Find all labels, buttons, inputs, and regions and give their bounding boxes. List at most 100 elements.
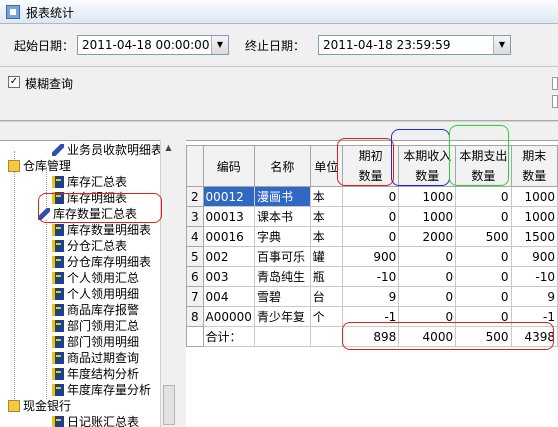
tree-item[interactable]: 商品过期查询 — [52, 350, 139, 366]
tree-item[interactable]: 个人领用明细 — [52, 286, 139, 302]
scroll-up-icon[interactable]: ▲ — [161, 140, 176, 156]
table-cell[interactable]: 1000 — [398, 186, 457, 207]
table-cell[interactable]: 003 — [202, 266, 255, 287]
table-cell[interactable]: 1500 — [510, 226, 558, 247]
table-cell[interactable]: 漫画书 — [253, 186, 311, 207]
tree-item[interactable]: 库存数量明细表 — [52, 222, 151, 238]
table-row[interactable]: 4 00016 字典本 0 2000 500 1500 — [186, 226, 558, 247]
column-header[interactable]: 期末 数量 — [510, 145, 558, 187]
table-row[interactable]: 8 A00000 青少年复个 -1 0 0 -1 — [186, 306, 558, 327]
table-cell[interactable]: 字典 — [253, 226, 311, 247]
table-cell[interactable]: 0 — [455, 246, 512, 267]
panel-splitter[interactable] — [0, 120, 558, 122]
table-cell[interactable]: -1 — [510, 306, 558, 327]
table-cell[interactable]: 瓶 — [309, 266, 343, 287]
table-cell[interactable]: 0 — [398, 286, 457, 307]
tree-item[interactable]: 现金银行 — [8, 398, 71, 414]
fuzzy-query-checkbox[interactable]: ✓ — [8, 76, 20, 88]
tree-item[interactable]: 分仓库存明细表 — [52, 254, 151, 270]
report-tree[interactable]: 业务员收款明细表 仓库管理 库存汇总表 库存明细表 库存数量汇总表 库存数量明细表 分仓汇总… — [0, 140, 176, 427]
report-grid[interactable]: 编码 名称 单位 期初 数量 本期收入 数量 本期支出 数量 期末 数量 2 00… — [186, 140, 558, 427]
column-header[interactable]: 编码 — [202, 145, 255, 187]
table-cell[interactable]: 500 — [455, 226, 512, 247]
table-cell[interactable]: 1000 — [510, 186, 558, 207]
tree-item[interactable]: 库存数量汇总表 — [38, 206, 137, 222]
table-cell[interactable]: 0 — [341, 226, 400, 247]
table-cell[interactable]: 课本书 — [253, 206, 311, 227]
column-header[interactable]: 本期收入 数量 — [398, 145, 457, 187]
column-header[interactable]: 单位 — [309, 145, 343, 187]
table-row[interactable]: 3 00013 课本书本 0 1000 0 1000 — [186, 206, 558, 227]
table-cell[interactable]: 900 — [510, 246, 558, 267]
table-row[interactable]: 7 004 雪碧台 9 0 0 9 — [186, 286, 558, 307]
tree-item[interactable]: 部门领用汇总 — [52, 318, 139, 334]
side-toggle-button[interactable] — [552, 77, 558, 90]
table-cell[interactable]: 1000 — [398, 206, 457, 227]
tree-item[interactable]: 库存汇总表 — [52, 174, 127, 190]
tree-item-label: 业务员收款明细表 — [67, 143, 164, 157]
table-cell[interactable]: 2000 — [398, 226, 457, 247]
column-header[interactable]: 名称 — [253, 145, 311, 187]
header-label: 本期支出 数量 — [459, 149, 508, 183]
table-cell[interactable]: 0 — [455, 186, 512, 207]
table-row[interactable]: 6 003 青岛纯生瓶 -10 0 0 -10 — [186, 266, 558, 287]
table-cell[interactable]: 0 — [455, 286, 512, 307]
table-cell[interactable]: 本 — [309, 206, 343, 227]
table-cell[interactable]: 雪碧 — [253, 286, 311, 307]
table-cell[interactable]: 罐 — [309, 246, 343, 267]
tree-item[interactable]: 年度结构分析 — [52, 366, 139, 382]
chevron-down-icon[interactable]: ▼ — [211, 36, 228, 54]
title-bar: 报表统计 — [0, 0, 558, 24]
table-cell[interactable]: 00013 — [202, 206, 255, 227]
table-row[interactable]: 2 00012 漫画书本 0 1000 0 1000 — [186, 186, 558, 207]
table-cell[interactable]: 004 — [202, 286, 255, 307]
tree-item[interactable]: 库存明细表 — [52, 190, 127, 206]
tree-item[interactable]: 分仓汇总表 — [52, 238, 127, 254]
table-cell[interactable]: 9 — [341, 286, 400, 307]
tree-item[interactable]: 仓库管理 — [8, 158, 71, 174]
table-cell[interactable]: -1 — [341, 306, 400, 327]
table-cell[interactable]: 0 — [455, 206, 512, 227]
table-cell[interactable]: 百事可乐 — [253, 246, 311, 267]
table-cell[interactable]: 0 — [455, 306, 512, 327]
table-cell[interactable]: 00016 — [202, 226, 255, 247]
table-row[interactable]: 5 002 百事可乐罐 900 0 0 900 — [186, 246, 558, 267]
chevron-down-icon[interactable]: ▼ — [493, 36, 510, 54]
tree-item[interactable]: 个人领用汇总 — [52, 270, 139, 286]
table-cell[interactable]: -10 — [510, 266, 558, 287]
side-toggle-button[interactable] — [552, 95, 558, 108]
tree-item[interactable]: 日记账汇总表 — [52, 414, 139, 427]
tree-item[interactable]: 年度库存量分析 — [52, 382, 151, 398]
table-cell[interactable]: 个 — [309, 306, 343, 327]
table-cell[interactable]: 0 — [341, 186, 400, 207]
table-cell[interactable]: 9 — [510, 286, 558, 307]
table-cell[interactable]: 0 — [455, 266, 512, 287]
table-cell[interactable]: 本 — [309, 226, 343, 247]
book-icon — [52, 384, 64, 396]
fuzzy-query-label[interactable]: 模糊查询 — [25, 75, 73, 92]
table-cell[interactable]: 青少年复 — [253, 306, 311, 327]
start-date-picker[interactable]: 2011-04-18 00:00:00 ▼ — [77, 35, 229, 55]
tree-scrollbar[interactable]: ▲ — [160, 140, 176, 427]
tree-item[interactable]: 商品库存报警 — [52, 302, 139, 318]
table-cell[interactable]: 台 — [309, 286, 343, 307]
column-header[interactable]: 期初 数量 — [341, 145, 400, 187]
book-icon — [52, 176, 64, 188]
table-cell[interactable]: 青岛纯生 — [253, 266, 311, 287]
end-date-picker[interactable]: 2011-04-18 23:59:59 ▼ — [318, 35, 511, 55]
table-cell[interactable]: 900 — [341, 246, 400, 267]
tree-item[interactable]: 业务员收款明细表 — [52, 142, 163, 158]
table-cell[interactable]: 0 — [398, 306, 457, 327]
scroll-thumb[interactable] — [163, 385, 175, 425]
table-cell[interactable]: 0 — [398, 246, 457, 267]
table-cell[interactable]: 0 — [341, 206, 400, 227]
table-cell[interactable]: 002 — [202, 246, 255, 267]
column-header[interactable]: 本期支出 数量 — [455, 145, 512, 187]
tree-item[interactable]: 部门领用明细 — [52, 334, 139, 350]
table-cell[interactable]: 0 — [398, 266, 457, 287]
table-cell[interactable]: A00000 — [202, 306, 255, 327]
table-cell[interactable]: 1000 — [510, 206, 558, 227]
table-cell[interactable]: -10 — [341, 266, 400, 287]
table-cell[interactable]: 本 — [309, 186, 343, 207]
table-cell[interactable]: 00012 — [202, 186, 255, 207]
